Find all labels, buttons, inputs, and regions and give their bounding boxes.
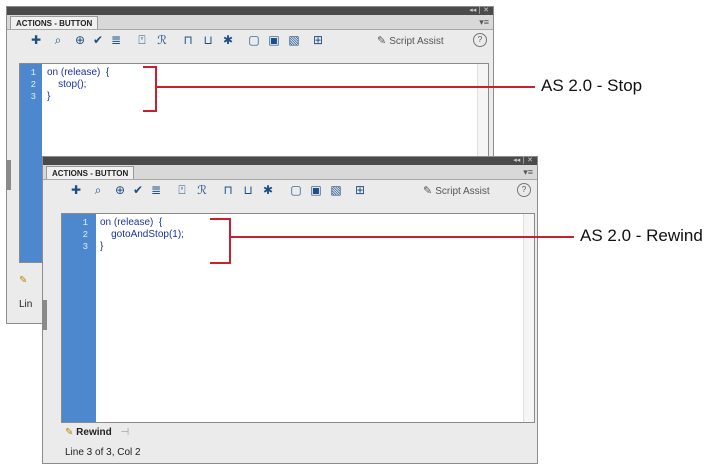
comment-line-icon[interactable]: ▣: [309, 183, 323, 197]
callout-bracket-vertical: [229, 218, 231, 264]
panel-titlebar: ◂◂ | ✕: [7, 6, 493, 15]
script-tab-rewind[interactable]: ✎ Rewind ⊣: [65, 427, 129, 438]
line-number: 3: [82, 242, 88, 252]
collapse-selection-icon[interactable]: ⊔: [201, 33, 215, 47]
script-assist-button[interactable]: ✎ Script Assist: [423, 184, 490, 197]
debug-options-icon[interactable]: ℛ: [155, 33, 169, 47]
code-line[interactable]: on (release) {: [47, 67, 109, 78]
auto-format-icon[interactable]: ≣: [109, 33, 123, 47]
line-number: 1: [82, 218, 88, 228]
wand-icon: ✎: [423, 184, 433, 197]
expand-all-icon[interactable]: ✱: [261, 183, 275, 197]
window-controls[interactable]: ◂◂ | ✕: [513, 156, 533, 164]
callout-bracket-bottom: [210, 262, 231, 264]
add-statement-icon[interactable]: ✚: [29, 33, 43, 47]
pin-script-icon[interactable]: ⊣: [121, 427, 130, 438]
callout-bracket-top: [210, 218, 231, 220]
code-line[interactable]: }: [100, 241, 103, 252]
remove-comment-icon[interactable]: ▧: [329, 183, 343, 197]
line-number-gutter: 1 2 3: [20, 64, 42, 262]
callout-bracket-top: [143, 66, 157, 68]
target-path-icon[interactable]: ⊕: [113, 183, 127, 197]
show-hide-toolbox-icon[interactable]: ⊞: [353, 183, 367, 197]
status-bar: Line 3 of 3, Col 2: [65, 447, 141, 458]
panel-tab-actions-button[interactable]: ACTIONS - BUTTON: [10, 16, 99, 29]
panel-collapse-handle[interactable]: [42, 300, 47, 330]
line-number-gutter: 1 2 3: [62, 214, 96, 422]
actions-panel-front: ◂◂ | ✕ ACTIONS - BUTTON ▾≡ ✚ ⌕ ⊕ ✔ ≣ ⍞ ℛ…: [42, 156, 538, 464]
code-line[interactable]: gotoAndStop(1);: [100, 229, 184, 240]
callout-bracket-bottom: [143, 110, 157, 112]
script-editor[interactable]: 1 2 3 on (release) { gotoAndStop(1); }: [61, 213, 535, 423]
script-assist-button[interactable]: ✎ Script Assist: [377, 34, 444, 47]
comment-line-icon[interactable]: ▣: [267, 33, 281, 47]
panel-tab-row: ACTIONS - BUTTON ▾≡: [7, 15, 493, 30]
line-number: 2: [82, 230, 88, 240]
panel-titlebar: ◂◂ | ✕: [43, 156, 537, 165]
script-tab-label: Rewind: [76, 427, 112, 438]
code-line[interactable]: on (release) {: [100, 217, 162, 228]
target-path-icon[interactable]: ⊕: [73, 33, 87, 47]
expand-all-icon[interactable]: ✱: [221, 33, 235, 47]
find-icon[interactable]: ⌕: [91, 183, 105, 197]
help-icon[interactable]: ?: [517, 183, 531, 197]
panel-tab-actions-button[interactable]: ACTIONS - BUTTON: [46, 166, 135, 179]
callout-leader-line: [157, 86, 535, 88]
vertical-scrollbar[interactable]: [523, 214, 534, 422]
line-number: 2: [30, 80, 36, 90]
actions-toolbar: ✚ ⌕ ⊕ ✔ ≣ ⍞ ℛ ⊓ ⊔ ✱ ▢ ▣ ▧ ⊞ ✎ Script Assi…: [7, 30, 493, 52]
script-tab-icon[interactable]: ✎: [19, 275, 27, 286]
script-tab-icon: ✎: [65, 427, 74, 438]
wand-icon: ✎: [377, 34, 387, 47]
callout-label-stop: AS 2.0 - Stop: [541, 76, 643, 95]
panel-tab-row: ACTIONS - BUTTON ▾≡: [43, 165, 537, 180]
line-number: 1: [30, 68, 36, 78]
code-hint-icon[interactable]: ⍞: [135, 33, 149, 47]
code-hint-icon[interactable]: ⍞: [175, 183, 189, 197]
actions-toolbar: ✚ ⌕ ⊕ ✔ ≣ ⍞ ℛ ⊓ ⊔ ✱ ▢ ▣ ▧ ⊞ ✎ Script Assi…: [43, 180, 537, 202]
check-syntax-icon[interactable]: ✔: [91, 33, 105, 47]
code-line[interactable]: stop();: [47, 79, 86, 90]
callout-bracket-vertical: [155, 66, 157, 112]
comment-block-icon[interactable]: ▢: [289, 183, 303, 197]
check-syntax-icon[interactable]: ✔: [131, 183, 145, 197]
status-bar: Lin: [19, 299, 33, 310]
comment-block-icon[interactable]: ▢: [247, 33, 261, 47]
script-assist-label: Script Assist: [435, 186, 490, 197]
code-line[interactable]: }: [47, 91, 50, 102]
add-statement-icon[interactable]: ✚: [69, 183, 83, 197]
callout-label-rewind: AS 2.0 - Rewind: [580, 226, 703, 245]
find-icon[interactable]: ⌕: [51, 33, 65, 47]
collapse-selection-icon[interactable]: ⊔: [241, 183, 255, 197]
panel-menu-icon[interactable]: ▾≡: [523, 165, 533, 179]
panel-menu-icon[interactable]: ▾≡: [479, 15, 489, 29]
line-number: 3: [30, 92, 36, 102]
collapse-braces-icon[interactable]: ⊓: [181, 33, 195, 47]
collapse-braces-icon[interactable]: ⊓: [221, 183, 235, 197]
help-icon[interactable]: ?: [473, 33, 487, 47]
callout-leader-line: [231, 236, 574, 238]
panel-collapse-handle[interactable]: [6, 160, 11, 190]
script-assist-label: Script Assist: [389, 36, 444, 47]
remove-comment-icon[interactable]: ▧: [287, 33, 301, 47]
window-controls[interactable]: ◂◂ | ✕: [469, 6, 489, 14]
auto-format-icon[interactable]: ≣: [149, 183, 163, 197]
debug-options-icon[interactable]: ℛ: [195, 183, 209, 197]
show-hide-toolbox-icon[interactable]: ⊞: [311, 33, 325, 47]
